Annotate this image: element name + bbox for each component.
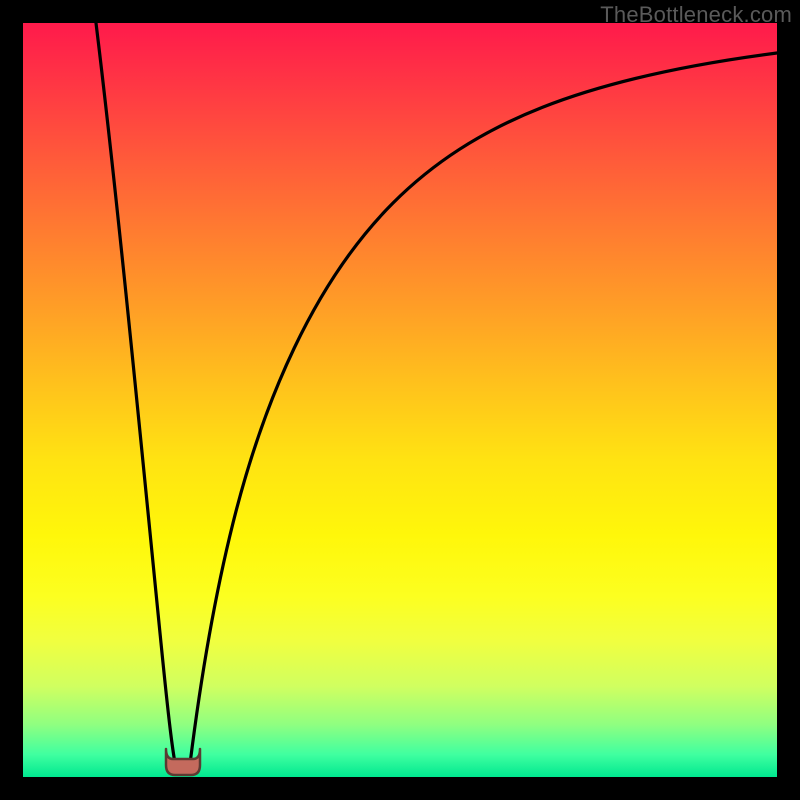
curve-right-branch xyxy=(189,53,777,772)
min-marker xyxy=(166,749,200,775)
plot-area xyxy=(23,23,777,777)
curve-left-branch xyxy=(96,23,177,772)
bottleneck-curve xyxy=(23,23,777,777)
attribution-text: TheBottleneck.com xyxy=(600,2,792,28)
